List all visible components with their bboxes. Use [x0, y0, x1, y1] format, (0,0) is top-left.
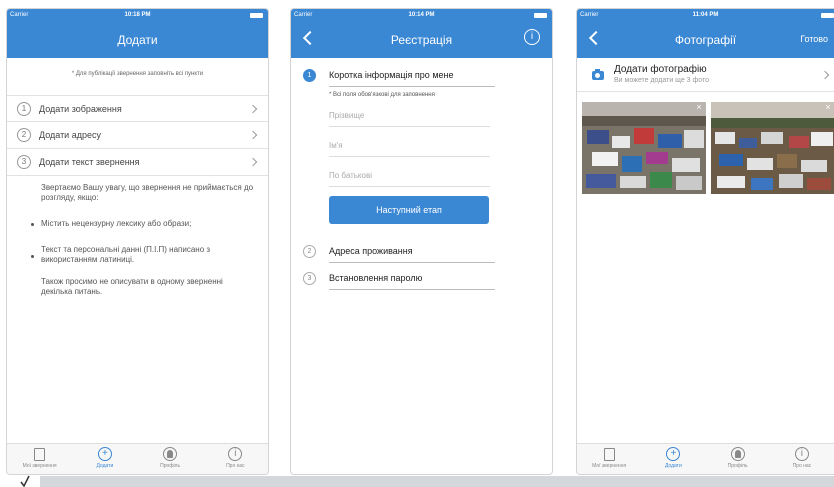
chevron-right-icon	[248, 130, 258, 140]
required-note: * Всі поля обов'язкові для заповнення	[329, 92, 435, 98]
nav-bar: Фотографії Готово	[577, 22, 834, 58]
document-icon	[34, 448, 46, 461]
photo-thumbnail[interactable]: ×	[711, 102, 834, 194]
notice-bullet: Текст та персональні данні (П.І.П) напис…	[41, 245, 211, 264]
info-icon: i	[794, 447, 809, 461]
tab-label: Мої звернення	[22, 463, 57, 469]
step-label: Встановлення паролю	[329, 273, 423, 283]
next-step-button[interactable]: Наступний етап	[329, 196, 489, 224]
tab-label: Додати	[96, 463, 114, 469]
info-icon: i	[228, 447, 243, 461]
divider	[329, 262, 495, 263]
tab-label: Мої звернення	[592, 463, 627, 469]
tab-add[interactable]: + Додати	[72, 444, 137, 474]
add-photo-row[interactable]: Додати фотографію Ви можете додати ще 3 …	[577, 58, 834, 92]
status-time: 10:18 PM	[124, 12, 151, 18]
add-appeal-screen: Carrier 10:18 PM Додати * Для публікації…	[6, 8, 269, 475]
chevron-right-icon	[248, 104, 258, 114]
photos-screen: Carrier 11:04 PM Фотографії Готово Додат…	[576, 8, 834, 475]
step-label: Коротка інформація про мене	[329, 70, 454, 80]
tab-bar: Мої звернення + Додати Профіль i Про нас	[577, 443, 834, 474]
surname-field[interactable]	[329, 105, 490, 127]
registration-screen: Carrier 10:14 PM Реєстрація i 1 Коротка …	[290, 8, 553, 475]
tab-about[interactable]: i Про нас	[203, 444, 268, 474]
divider	[329, 86, 495, 87]
step-label: Додати текст звернення	[39, 157, 140, 167]
name-field[interactable]	[329, 135, 490, 157]
photo-thumbnail[interactable]: ×	[582, 102, 706, 194]
bullet-icon	[31, 223, 34, 226]
step-number: 1	[17, 102, 31, 116]
battery-icon	[534, 13, 547, 18]
step-add-address[interactable]: 2 Додати адресу	[7, 122, 268, 149]
nav-bar: Реєстрація i	[291, 22, 552, 58]
step-label: Додати зображення	[39, 104, 122, 114]
notice-bullet: Містить нецензурну лексику або образи;	[41, 219, 192, 228]
reg-step-address[interactable]: 2 Адреса проживання	[291, 241, 552, 263]
step-label: Додати адресу	[39, 130, 101, 140]
plus-circle-icon: +	[97, 447, 112, 461]
tab-label: Про нас	[792, 463, 812, 469]
battery-icon	[821, 13, 834, 18]
bullet-icon	[31, 255, 34, 258]
tab-bar: Мої звернення + Додати Профіль i Про нас	[7, 443, 268, 474]
step-add-text[interactable]: 3 Додати текст звернення	[7, 149, 268, 176]
tab-profile[interactable]: Профіль	[706, 444, 770, 474]
battery-icon	[250, 13, 263, 18]
remove-photo-icon[interactable]: ×	[823, 102, 833, 112]
tab-add[interactable]: + Додати	[641, 444, 705, 474]
status-bar: Carrier 10:18 PM	[7, 9, 268, 22]
nav-bar: Додати	[7, 22, 268, 58]
info-icon[interactable]: i	[524, 29, 540, 45]
check-mark-icon	[20, 475, 30, 487]
fill-all-hint: * Для публікації звернення заповніть всі…	[71, 71, 204, 77]
status-bar: Carrier 11:04 PM	[577, 9, 834, 22]
tab-label: Профіль	[160, 463, 181, 469]
page-title: Реєстрація	[390, 33, 453, 47]
bottom-strip	[40, 476, 834, 487]
tab-about[interactable]: i Про нас	[770, 444, 834, 474]
step-number: 3	[17, 155, 31, 169]
step-number: 3	[303, 272, 316, 285]
status-bar: Carrier 10:14 PM	[291, 9, 552, 22]
step-number: 2	[303, 245, 316, 258]
chevron-right-icon	[820, 70, 830, 80]
status-time: 10:14 PM	[408, 12, 435, 18]
step-label: Адреса проживання	[329, 246, 413, 256]
reg-step-short-info[interactable]: 1 Коротка інформація про мене	[291, 65, 552, 87]
name-input[interactable]	[329, 135, 490, 156]
remove-photo-icon[interactable]: ×	[694, 102, 704, 112]
reg-step-password[interactable]: 3 Встановлення паролю	[291, 268, 552, 290]
done-button[interactable]: Готово	[800, 34, 828, 44]
tab-label: Про нас	[226, 463, 245, 469]
step-number: 2	[17, 128, 31, 142]
add-photo-title: Додати фотографію	[614, 64, 707, 75]
page-title: Фотографії	[674, 33, 737, 47]
plus-circle-icon: +	[666, 447, 681, 461]
document-icon	[603, 448, 615, 461]
page-title: Додати	[117, 33, 158, 47]
notice-intro: Звертаємо Вашу увагу, що звернення не пр…	[41, 183, 254, 202]
patronymic-field[interactable]	[329, 165, 490, 187]
add-photo-subtitle: Ви можете додати ще 3 фото	[614, 77, 710, 84]
garbage-photo-1	[582, 102, 706, 194]
status-time: 11:04 PM	[692, 12, 719, 18]
patronymic-input[interactable]	[329, 165, 490, 186]
step-number: 1	[303, 69, 316, 82]
camera-icon	[592, 69, 604, 80]
step-add-image[interactable]: 1 Додати зображення	[7, 95, 268, 122]
surname-input[interactable]	[329, 105, 490, 126]
profile-icon	[730, 447, 745, 461]
tab-profile[interactable]: Профіль	[138, 444, 203, 474]
tab-label: Профіль	[727, 463, 748, 469]
garbage-photo-2	[711, 102, 834, 194]
divider	[329, 289, 495, 290]
profile-icon	[163, 447, 178, 461]
tab-my-appeals[interactable]: Мої звернення	[7, 444, 72, 474]
tab-my-appeals[interactable]: Мої звернення	[577, 444, 641, 474]
notice-outro: Також просимо не описувати в одному звер…	[41, 277, 223, 296]
tab-label: Додати	[664, 463, 682, 469]
chevron-right-icon	[248, 157, 258, 167]
